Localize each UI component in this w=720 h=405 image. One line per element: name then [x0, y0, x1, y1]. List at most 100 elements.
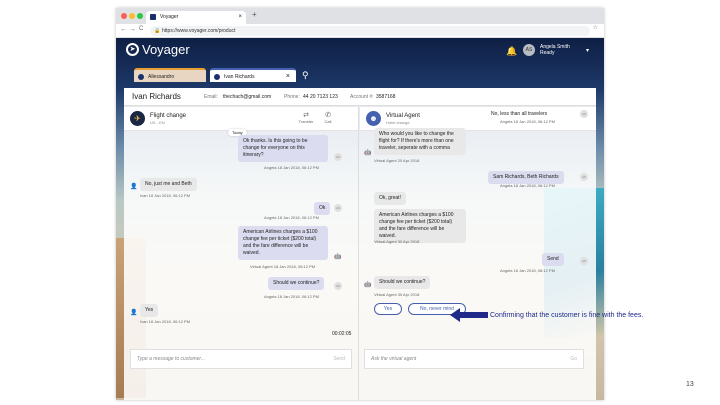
- voyager-logo[interactable]: ➤ Voyager: [126, 42, 190, 57]
- message-bubble: Who would you like to change the flight …: [374, 128, 466, 155]
- agent-input-placeholder: Ask the virtual agent: [371, 356, 417, 362]
- annotation-text: Confirming that the customer is fine wit…: [490, 312, 644, 319]
- send-button[interactable]: Send: [333, 350, 345, 368]
- chat-subtitle: US - EN: [150, 120, 165, 125]
- virtual-agent-chat: ☻ Virtual Agent Hotel change No, less th…: [360, 107, 596, 400]
- robot-icon: 🤖: [364, 150, 372, 156]
- customer-email: thechach@gmail.com: [223, 94, 272, 100]
- voyager-favicon-icon: [150, 14, 156, 20]
- tab-label: Allessandro: [148, 74, 175, 80]
- customer-account: 3587168: [376, 94, 396, 100]
- message-meta: Virtual Agent 20 Apr 2018: [374, 158, 420, 163]
- browser-tab[interactable]: Voyager ×: [146, 11, 246, 24]
- message-bubble: Ok thanks. Is this going to be change fo…: [238, 135, 328, 162]
- transfer-icon: ⇄: [303, 112, 309, 119]
- reload-icon[interactable]: C: [139, 26, 143, 32]
- user-status: Ready: [540, 50, 555, 56]
- tab-badge-icon: [138, 74, 144, 80]
- message-meta: Virtual Agent 18 Jan 2018, 06:12 PM: [250, 264, 316, 269]
- message-meta: Ivan 18 Jan 2018, 06:12 PM: [140, 193, 191, 198]
- airplane-icon: ✈: [130, 111, 145, 126]
- quick-reply-yes-button[interactable]: Yes: [374, 303, 402, 315]
- robot-icon: ☻: [366, 111, 381, 126]
- customer-chat-header: ✈ Flight change US - EN ⇄ Transfer ✆ Call: [124, 107, 358, 131]
- agent-avatar: AS: [580, 173, 588, 181]
- message-bubble: No, just me and Beth: [140, 178, 197, 191]
- agent-avatar: AS: [334, 204, 342, 212]
- agent-avatar: AS: [580, 110, 588, 118]
- message-bubble: American Airlines charges a $100 change …: [374, 209, 466, 243]
- message-meta: Ivan 18 Jan 2018, 06:12 PM: [140, 319, 191, 324]
- message-bubble: Send: [542, 253, 564, 266]
- user-info[interactable]: Angela Smith Ready: [540, 44, 570, 56]
- message-meta: Angela 18 Jan 2018, 06:12 PM: [500, 119, 555, 124]
- new-tab-icon[interactable]: +: [252, 10, 257, 19]
- message-bubble: Yes: [140, 304, 159, 317]
- agent-avatar: AS: [580, 257, 588, 265]
- customer-chat: ✈ Flight change US - EN ⇄ Transfer ✆ Call …: [124, 107, 359, 400]
- forward-icon[interactable]: →: [129, 26, 136, 33]
- message-bubble: Ok: [314, 202, 331, 215]
- browser-tabbar: Voyager × +: [116, 8, 604, 24]
- person-icon: 👤: [130, 184, 138, 190]
- url-input[interactable]: 🔒 https://www.voyager.com/product: [150, 26, 590, 36]
- minimize-window-icon[interactable]: [129, 13, 135, 19]
- voyager-logo-icon: ➤: [126, 43, 139, 56]
- bookmark-star-icon[interactable]: ☆: [593, 24, 598, 31]
- customer-input-placeholder: Type a message to customer...: [137, 356, 206, 362]
- close-tab-icon[interactable]: ×: [286, 70, 290, 84]
- search-icon[interactable]: ⚲: [302, 70, 309, 81]
- person-icon: 👤: [130, 310, 138, 316]
- conversation-panel: Ivan Richards Email: thechach@gmail.com …: [124, 88, 596, 400]
- close-tab-icon[interactable]: ×: [238, 11, 242, 24]
- transfer-button[interactable]: ⇄ Transfer: [298, 111, 314, 124]
- message-bubble: Should we continue?: [268, 277, 325, 290]
- chat-title: Flight change: [150, 113, 187, 119]
- app-header: ➤ Voyager 🔔 AS Angela Smith Ready ▾: [116, 38, 604, 64]
- robot-icon: 🤖: [364, 282, 372, 288]
- transfer-label: Transfer: [298, 119, 314, 124]
- bell-icon[interactable]: 🔔: [506, 46, 517, 57]
- tab-label: Ivan Richards: [224, 74, 255, 80]
- robot-icon: 🤖: [334, 254, 342, 260]
- url-text: https://www.voyager.com/product: [162, 28, 236, 34]
- message-meta: Virtual Agent 30 Apr 2018: [374, 292, 420, 297]
- tab-ivan-richards[interactable]: Ivan Richards ×: [210, 68, 296, 82]
- message-bubble: Should we continue?: [374, 276, 431, 289]
- browser-tab-title: Voyager: [160, 14, 179, 20]
- message-meta: Angela 18 Jan 2018, 06:12 PM: [500, 268, 555, 273]
- lock-icon: 🔒: [154, 28, 161, 34]
- email-label: Email:: [204, 94, 218, 100]
- message-meta: Angela 18 Jan 2018, 06:12 PM: [264, 215, 319, 220]
- annotation-arrow-icon: [450, 308, 488, 322]
- call-label: Call: [324, 119, 332, 124]
- phone-icon: ✆: [325, 112, 331, 119]
- message-meta: Angela 18 Jan 2018, 06:12 PM: [264, 294, 319, 299]
- avatar[interactable]: AS: [523, 44, 535, 56]
- call-button[interactable]: ✆ Call: [320, 111, 336, 124]
- agent-avatar: AS: [334, 282, 342, 290]
- address-bar: ← → C 🔒 https://www.voyager.com/product …: [116, 24, 604, 38]
- browser-window: Voyager × + ← → C 🔒 https://www.voyager.…: [116, 8, 604, 400]
- call-timer: 00:02:05: [332, 331, 352, 337]
- virtual-agent-input[interactable]: Ask the virtual agent Go: [364, 349, 584, 369]
- logo-text: Voyager: [142, 42, 190, 57]
- message-bubble: Ok, great!: [374, 192, 406, 205]
- customer-phone: 44 20 7123 123: [303, 94, 338, 100]
- agent-subtitle: Hotel change: [386, 120, 410, 125]
- message-meta: Angela 18 Jan 2018, 06:12 PM: [264, 165, 319, 170]
- back-icon[interactable]: ←: [120, 26, 127, 33]
- voyager-app: ➤ Voyager 🔔 AS Angela Smith Ready ▾ Alle…: [116, 38, 604, 400]
- phone-label: Phone:: [284, 94, 300, 100]
- maximize-window-icon[interactable]: [137, 13, 143, 19]
- agent-avatar: AS: [334, 153, 342, 161]
- go-button[interactable]: Go: [570, 350, 577, 368]
- close-window-icon[interactable]: [121, 13, 127, 19]
- tab-badge-icon: [214, 74, 220, 80]
- customer-message-input[interactable]: Type a message to customer... Send: [130, 349, 352, 369]
- chevron-down-icon[interactable]: ▾: [586, 47, 589, 54]
- customer-header: Ivan Richards Email: thechach@gmail.com …: [124, 88, 596, 106]
- account-label: Account #:: [350, 94, 374, 100]
- tab-allessandro[interactable]: Allessandro: [134, 68, 206, 82]
- agent-title: Virtual Agent: [386, 113, 420, 119]
